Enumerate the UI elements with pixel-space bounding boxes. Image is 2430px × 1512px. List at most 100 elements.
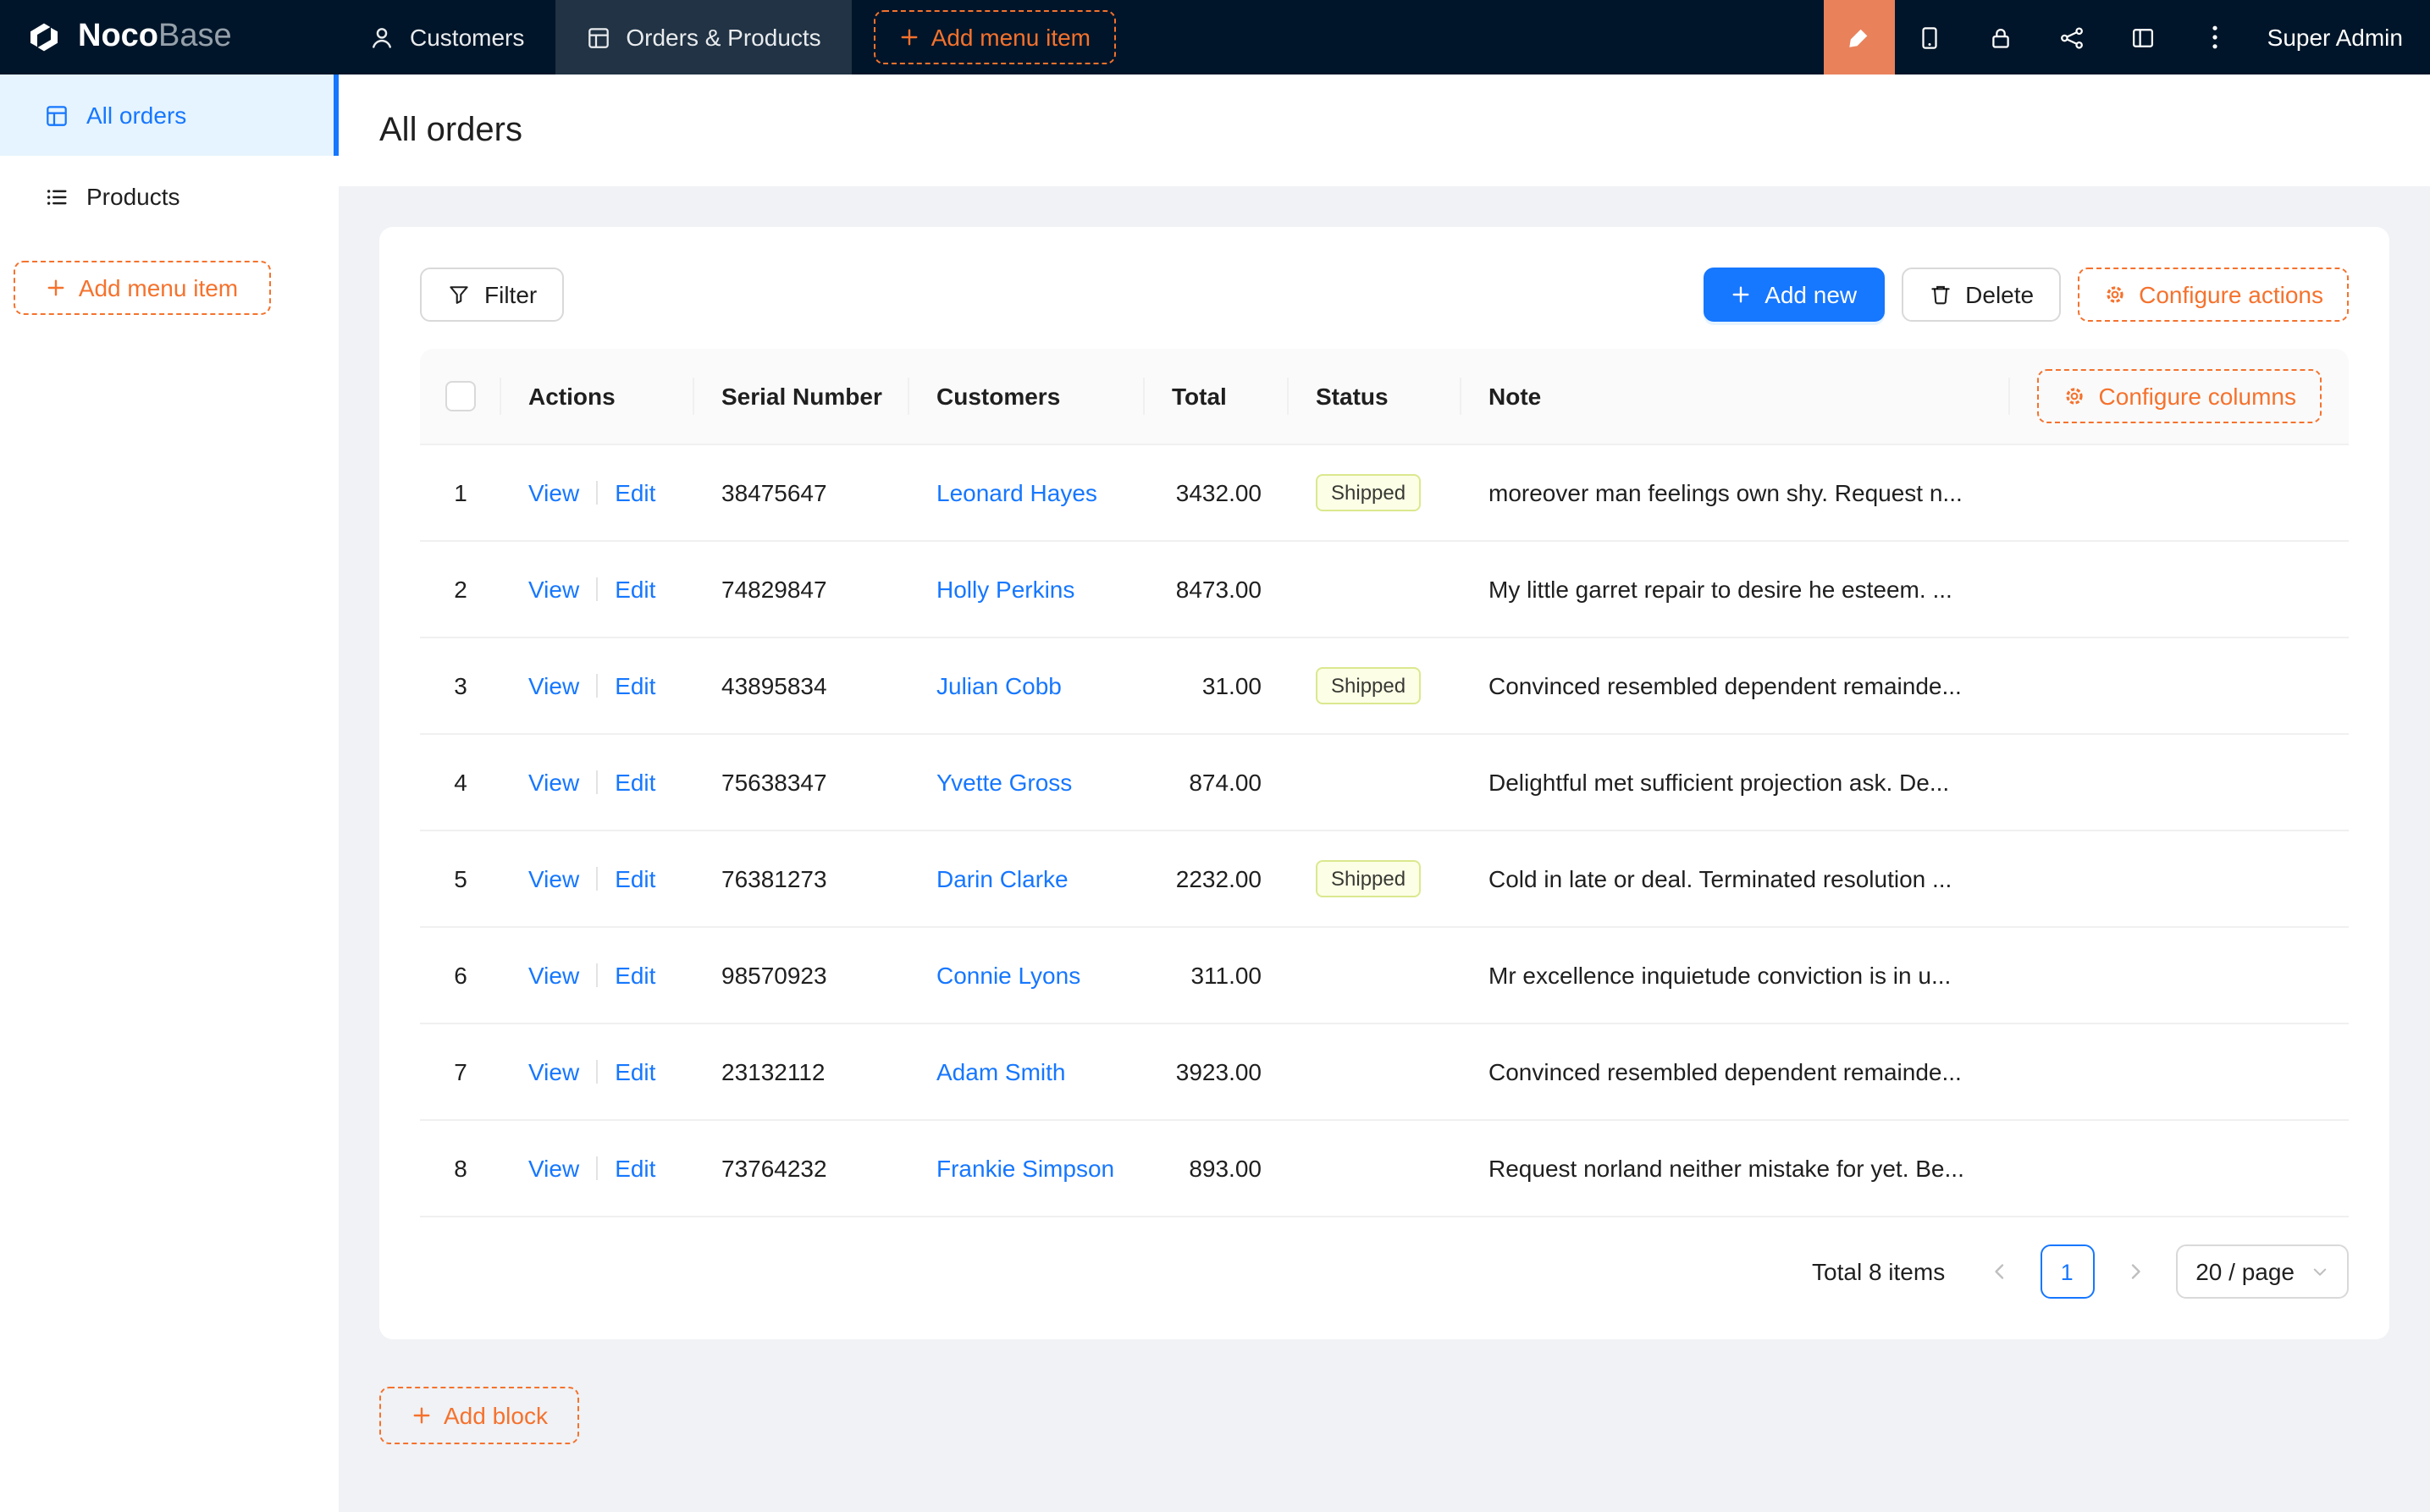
page-size-select[interactable]: 20 / page — [2175, 1244, 2349, 1299]
tab-orders-products[interactable]: Orders & Products — [555, 0, 851, 74]
table-row: 5 View Edit 76381273 Darin Clarke 2232.00… — [420, 831, 2349, 928]
pagination-prev-button[interactable] — [1972, 1244, 2026, 1299]
security-button[interactable] — [1966, 0, 2037, 74]
table-row: 2 ViewEdit 74829847 Holly Perkins 8473.0… — [420, 542, 2349, 638]
total-cell: 311.00 — [1145, 928, 1289, 1024]
row-index-cell[interactable]: 7 — [420, 1024, 501, 1121]
customer-link[interactable]: Leonard Hayes — [936, 479, 1097, 506]
app-header: NocoBase Customers Orders & Products — [0, 0, 2430, 74]
logo[interactable]: NocoBase — [0, 17, 339, 58]
row-index-cell[interactable]: 5 — [420, 831, 501, 928]
more-button[interactable] — [2179, 0, 2251, 74]
view-link[interactable]: View — [528, 865, 579, 892]
mobile-preview-button[interactable] — [1895, 0, 1966, 74]
view-link[interactable]: View — [528, 769, 579, 796]
edit-link[interactable]: Edit — [615, 865, 655, 892]
status-cell — [1289, 735, 1461, 831]
view-link[interactable]: View — [528, 672, 579, 699]
mobile-icon — [1918, 25, 1943, 50]
customer-link[interactable]: Julian Cobb — [936, 672, 1062, 699]
edit-link[interactable]: Edit — [615, 672, 655, 699]
column-header-actions: Actions — [501, 349, 694, 445]
user-menu[interactable]: Super Admin — [2251, 24, 2430, 51]
actions-cell: View Edit — [501, 735, 694, 831]
customer-cell: Frankie Simpson — [909, 1121, 1145, 1217]
view-link[interactable]: View — [528, 1058, 579, 1085]
actions-cell: View Edit — [501, 1121, 694, 1217]
customer-link[interactable]: Darin Clarke — [936, 865, 1069, 892]
list-icon — [44, 184, 69, 209]
tab-customers-label: Customers — [410, 24, 524, 51]
sidebar-item-all-orders-label: All orders — [86, 102, 186, 129]
customer-link[interactable]: Holly Perkins — [936, 576, 1074, 603]
configure-columns-button[interactable]: Configure columns — [2038, 369, 2322, 423]
row-index-cell[interactable]: 6 — [420, 928, 501, 1024]
logo-text-light: Base — [158, 19, 232, 54]
total-cell: 31.00 — [1145, 638, 1289, 735]
edit-link[interactable]: Edit — [615, 576, 655, 603]
view-link[interactable]: View — [528, 1155, 579, 1182]
status-tag: Shipped — [1316, 860, 1421, 897]
row-index-cell[interactable]: 8 — [420, 1121, 501, 1217]
customer-link[interactable]: Yvette Gross — [936, 769, 1072, 796]
configure-actions-button[interactable]: Configure actions — [2078, 268, 2349, 322]
ui-editor-button[interactable] — [1824, 0, 1895, 74]
sidebar-add-menu-item-label: Add menu item — [79, 274, 238, 301]
row-index-cell[interactable]: 2 — [420, 542, 501, 638]
header-add-menu-item-button[interactable]: Add menu item — [874, 10, 1116, 64]
table-row: 4 ViewEdit 75638347 Yvette Gross 874.00 … — [420, 735, 2349, 831]
edit-link[interactable]: Edit — [615, 1058, 655, 1085]
note-cell: Convinced resembled dependent remainde..… — [1461, 1024, 2349, 1121]
sidebar-item-products-label: Products — [86, 183, 180, 210]
api-button[interactable] — [2037, 0, 2108, 74]
row-index-cell[interactable]: 1 — [420, 445, 501, 542]
delete-label: Delete — [1965, 281, 2034, 308]
sidebar-item-products[interactable]: Products — [0, 156, 339, 237]
row-index-cell[interactable]: 3 — [420, 638, 501, 735]
layout-button[interactable] — [2108, 0, 2179, 74]
sidebar: All orders Products Add menu item — [0, 74, 339, 1512]
customer-cell: Adam Smith — [909, 1024, 1145, 1121]
tab-customers[interactable]: Customers — [339, 0, 555, 74]
lock-icon — [1989, 25, 2014, 50]
customer-link[interactable]: Frankie Simpson — [936, 1155, 1114, 1182]
table-header-row: Actions Serial Number Customers Total St… — [420, 349, 2349, 445]
action-divider — [596, 577, 598, 601]
delete-button[interactable]: Delete — [1901, 268, 2061, 322]
add-new-button[interactable]: Add new — [1704, 268, 1884, 322]
customer-link[interactable]: Connie Lyons — [936, 962, 1080, 989]
customer-cell: Leonard Hayes — [909, 445, 1145, 542]
edit-link[interactable]: Edit — [615, 769, 655, 796]
status-cell — [1289, 928, 1461, 1024]
add-block-button[interactable]: Add block — [379, 1387, 580, 1444]
sidebar-item-all-orders[interactable]: All orders — [0, 74, 339, 156]
sidebar-add-menu-item-button[interactable]: Add menu item — [14, 261, 271, 315]
tab-orders-products-label: Orders & Products — [626, 24, 820, 51]
view-link[interactable]: View — [528, 576, 579, 603]
view-link[interactable]: View — [528, 962, 579, 989]
edit-link[interactable]: Edit — [615, 1155, 655, 1182]
table-body: 1 ViewEdit 38475647 Leonard Hayes 3432.0… — [420, 445, 2349, 1217]
column-header-note: Note — [1488, 383, 1541, 410]
column-header-total: Total — [1145, 349, 1289, 445]
gear-icon — [2103, 283, 2127, 306]
page-title: All orders — [379, 112, 2389, 151]
action-divider — [596, 674, 598, 698]
table-toolbar: Filter Add new — [420, 268, 2349, 322]
serial-number-cell: 74829847 — [694, 542, 909, 638]
filter-button[interactable]: Filter — [420, 268, 564, 322]
table-row: 7 ViewEdit 23132112 Adam Smith 3923.00 C… — [420, 1024, 2349, 1121]
edit-link[interactable]: Edit — [615, 962, 655, 989]
row-index-cell[interactable]: 4 — [420, 735, 501, 831]
status-cell — [1289, 542, 1461, 638]
view-link[interactable]: View — [528, 479, 579, 506]
pagination-page-1[interactable]: 1 — [2040, 1244, 2094, 1299]
serial-number-cell: 76381273 — [694, 831, 909, 928]
customer-link[interactable]: Adam Smith — [936, 1058, 1066, 1085]
total-cell: 2232.00 — [1145, 831, 1289, 928]
select-all-checkbox[interactable] — [445, 381, 476, 411]
page-header: All orders — [339, 74, 2430, 186]
pagination-next-button[interactable] — [2107, 1244, 2162, 1299]
actions-cell: View Edit — [501, 831, 694, 928]
edit-link[interactable]: Edit — [615, 479, 655, 506]
